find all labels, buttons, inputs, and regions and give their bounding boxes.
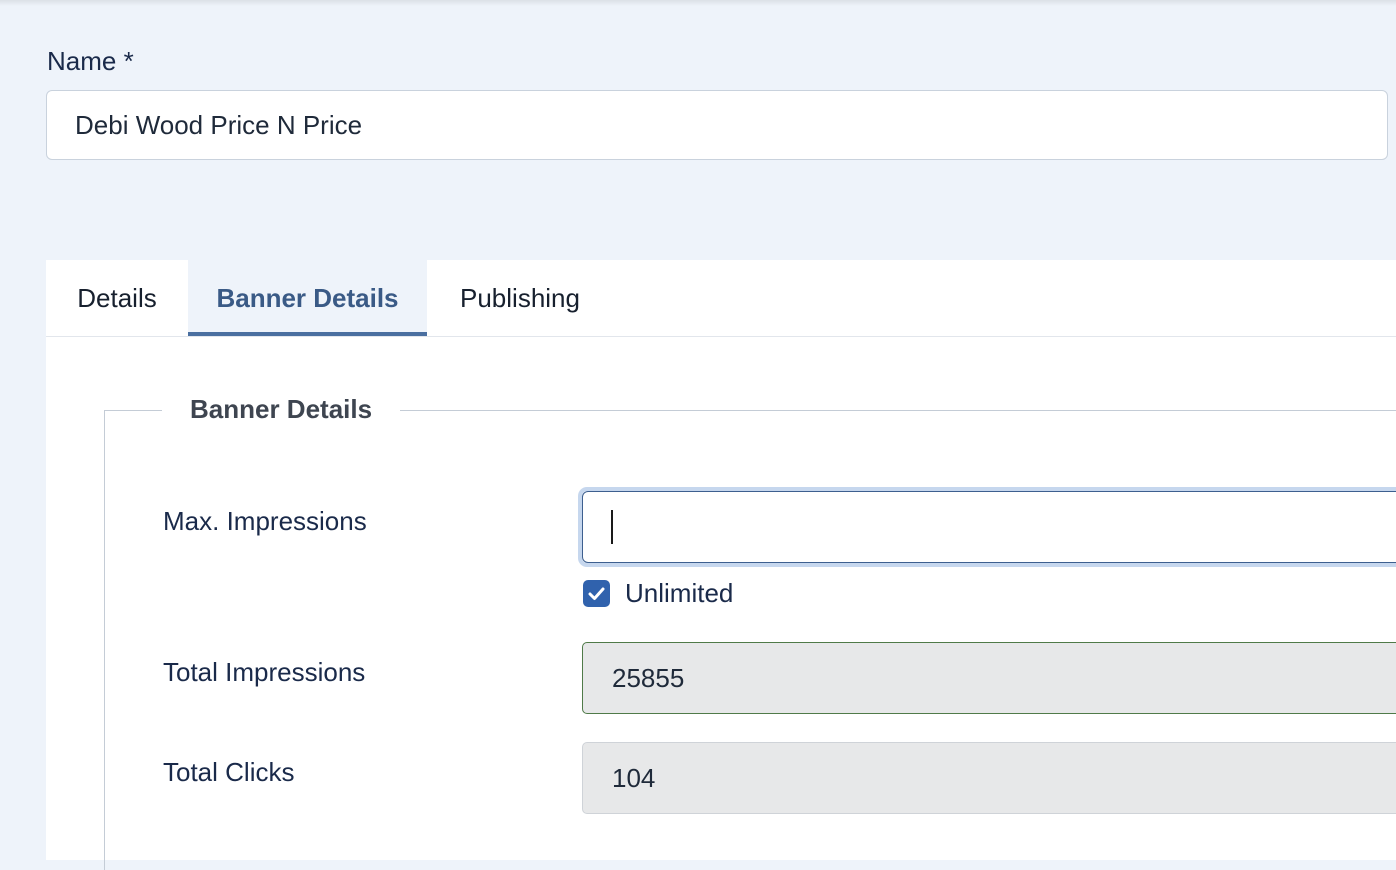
tab-details[interactable]: Details bbox=[46, 260, 188, 336]
tab-publishing[interactable]: Publishing bbox=[427, 260, 613, 336]
name-input[interactable] bbox=[46, 90, 1388, 160]
max-impressions-label: Max. Impressions bbox=[163, 506, 367, 536]
total-impressions-field: 25855 bbox=[582, 642, 1396, 714]
max-impressions-focus-ring bbox=[578, 487, 1396, 567]
name-label: Name * bbox=[47, 46, 134, 76]
fieldset-legend: Banner Details bbox=[162, 394, 401, 425]
max-impressions-input[interactable] bbox=[582, 491, 1396, 563]
unlimited-checkbox[interactable] bbox=[583, 580, 610, 607]
unlimited-label[interactable]: Unlimited bbox=[625, 578, 733, 609]
header-shadow bbox=[0, 0, 1396, 6]
fieldset-border-left bbox=[104, 410, 105, 870]
tab-panel: Details Banner Details Publishing Banner… bbox=[46, 260, 1396, 870]
total-clicks-field: 104 bbox=[582, 742, 1396, 814]
check-icon bbox=[588, 587, 605, 600]
total-clicks-label: Total Clicks bbox=[163, 757, 295, 787]
tab-banner-details[interactable]: Banner Details bbox=[188, 260, 427, 336]
total-impressions-label: Total Impressions bbox=[163, 657, 366, 687]
text-caret bbox=[611, 510, 613, 544]
tab-bar: Details Banner Details Publishing bbox=[46, 260, 1396, 337]
